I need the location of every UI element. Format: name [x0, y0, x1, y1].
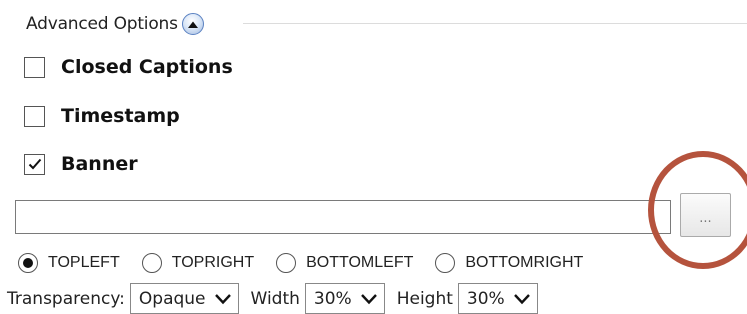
closed-captions-label: Closed Captions — [61, 56, 233, 78]
chevron-up-icon — [187, 21, 198, 28]
banner-path-input[interactable] — [15, 200, 671, 234]
radio-topleft[interactable] — [18, 253, 38, 273]
height-value: 30% — [466, 288, 505, 309]
radio-topright-label: TOPRIGHT — [171, 254, 255, 271]
transparency-select[interactable]: Opaque — [129, 283, 239, 314]
radio-topleft-label: TOPLEFT — [48, 254, 120, 271]
closed-captions-checkbox[interactable] — [24, 56, 45, 78]
banner-checkbox[interactable] — [24, 153, 45, 175]
section-divider — [243, 23, 747, 24]
transparency-label: Transparency: — [7, 288, 125, 309]
timestamp-option[interactable]: Timestamp — [24, 105, 180, 127]
position-option-bottomleft[interactable]: BOTTOMLEFT — [276, 253, 413, 273]
checkmark-icon — [28, 158, 41, 170]
radio-bottomleft-label: BOTTOMLEFT — [306, 254, 414, 271]
chevron-down-icon — [214, 293, 232, 305]
radio-bottomright[interactable] — [435, 253, 456, 273]
browse-button[interactable]: ... — [680, 193, 731, 237]
chevron-down-icon — [360, 293, 378, 305]
banner-option[interactable]: Banner — [24, 153, 138, 175]
banner-settings-row: Transparency: Opaque Width 30% Height 30… — [7, 283, 550, 314]
timestamp-label: Timestamp — [61, 105, 180, 127]
radio-selected-dot — [23, 258, 33, 268]
advanced-options-title: Advanced Options — [26, 14, 178, 34]
transparency-value: Opaque — [138, 288, 206, 309]
width-value: 30% — [313, 288, 352, 309]
radio-topright[interactable] — [141, 253, 162, 273]
chevron-down-icon — [513, 293, 531, 305]
position-option-bottomright[interactable]: BOTTOMRIGHT — [435, 253, 583, 273]
radio-bottomleft[interactable] — [276, 253, 297, 273]
advanced-options-header: Advanced Options — [26, 10, 204, 38]
position-option-topright[interactable]: TOPRIGHT — [141, 253, 255, 273]
radio-bottomright-label: BOTTOMRIGHT — [465, 254, 584, 271]
height-select[interactable]: 30% — [457, 283, 538, 314]
closed-captions-option[interactable]: Closed Captions — [24, 56, 233, 78]
width-select[interactable]: 30% — [304, 283, 385, 314]
position-option-topleft[interactable]: TOPLEFT — [18, 253, 120, 273]
banner-position-group: TOPLEFT TOPRIGHT BOTTOMLEFT BOTTOMRIGHT — [18, 250, 605, 276]
width-label: Width — [250, 288, 300, 309]
banner-label: Banner — [61, 153, 138, 175]
collapse-advanced-options-button[interactable] — [181, 13, 204, 35]
height-label: Height — [396, 288, 453, 309]
timestamp-checkbox[interactable] — [24, 105, 45, 127]
